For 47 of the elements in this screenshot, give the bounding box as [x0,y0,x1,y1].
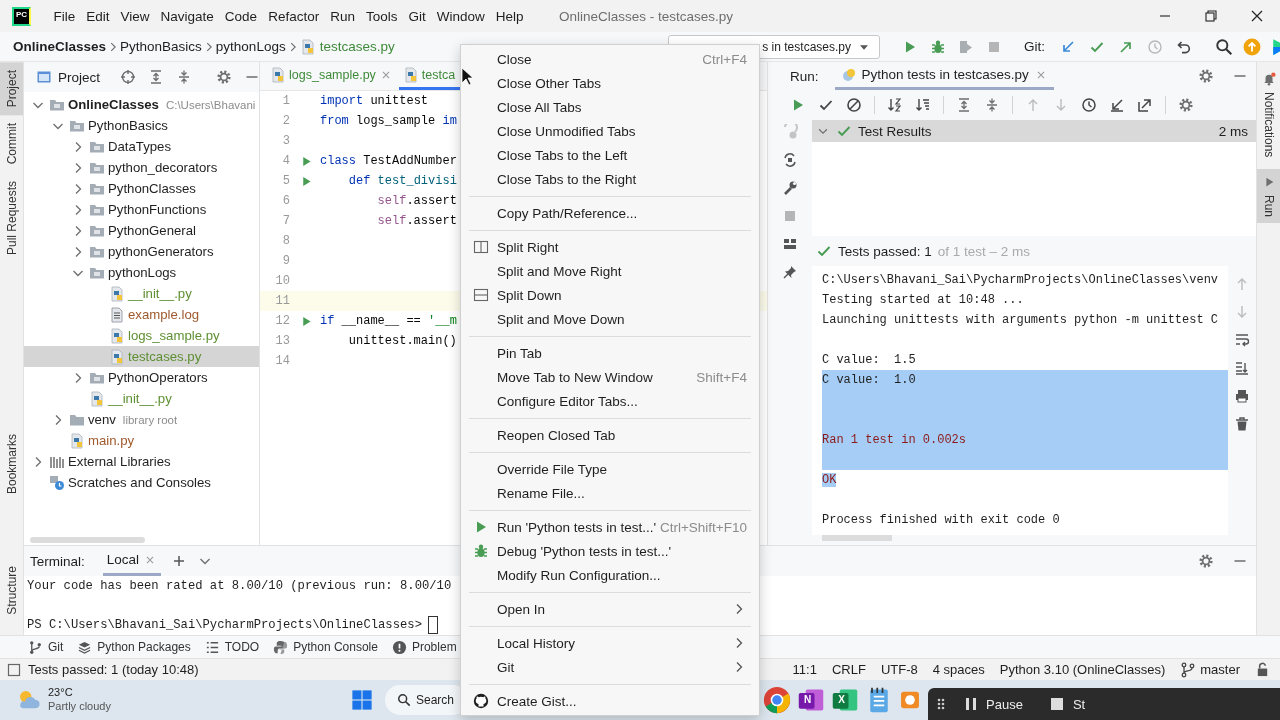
line-number: 13 [274,334,291,348]
console-line: Process finished with exit code 0 [822,513,1060,527]
console-line: C value: 1.0 [822,373,916,387]
console-line: C value: 1.5 [822,353,916,367]
test-status: Tests passed: 1 [838,243,932,259]
line-number: 9 [281,254,291,268]
line-number: 7 [281,214,291,228]
code-line: unittest.main() [347,334,457,348]
line-number: 1 [281,94,291,108]
app-logo: PC [12,6,31,26]
line-number: 10 [274,274,291,288]
line-number: 6 [281,194,291,208]
code-line: import unittest [320,94,429,108]
code-line: def test_divisi [347,174,457,188]
line-number: 14 [274,354,291,368]
weather-condition: Partly cloudy [48,700,111,714]
console-line: Testing started at 10:48 ... [822,293,1024,307]
code-line: if __name__ == '__m [320,314,457,328]
test-time: 2 ms [1218,123,1248,139]
code-line: class TestAddNumber [320,154,457,168]
line-number: 12 [274,314,291,328]
status-message: Tests passed: 1 (today 10:48) [28,662,199,677]
terminal-line: PS C:\Users\Bhavani_Sai\PycharmProjects\OnlineClasses> [27,618,422,633]
line-number: 11 [274,294,291,308]
code-line: from logs_sample im [320,114,457,128]
git-label: Git: [1024,39,1045,54]
console-line: Launching unittests with arguments python -m unittest C [822,313,1219,327]
console-line: C:\Users\Bhavani_Sai\PycharmProjects\OnlineClasses\venv [822,273,1219,287]
line-number: 4 [281,154,291,168]
test-results-label: Test Results [858,123,932,139]
shortcut: Shift+F4 [696,369,747,385]
line-number: 2 [281,114,291,128]
line-number: 5 [281,174,291,188]
temperature: 23°C [48,686,74,700]
code-line: self.assert [376,194,457,208]
window-title: OnlineClasses - testcases.py [559,8,734,24]
line-number: 3 [281,134,291,148]
terminal-label: Terminal: [30,553,85,569]
run-label: Run: [790,68,819,84]
test-detail: of 1 test – 2 ms [937,243,1031,259]
code-line: self.assert [376,214,457,228]
terminal-line: Your code has been rated at 8.00/10 (previous run: 8.00/10 [27,578,452,593]
line-number: 8 [281,234,291,248]
path-hint: library root [122,413,178,426]
console-line: Ran 1 test in 0.002s [822,433,967,447]
shortcut: Ctrl+Shift+F10 [659,519,747,535]
path-hint: C:\Users\Bhavani [165,98,256,111]
